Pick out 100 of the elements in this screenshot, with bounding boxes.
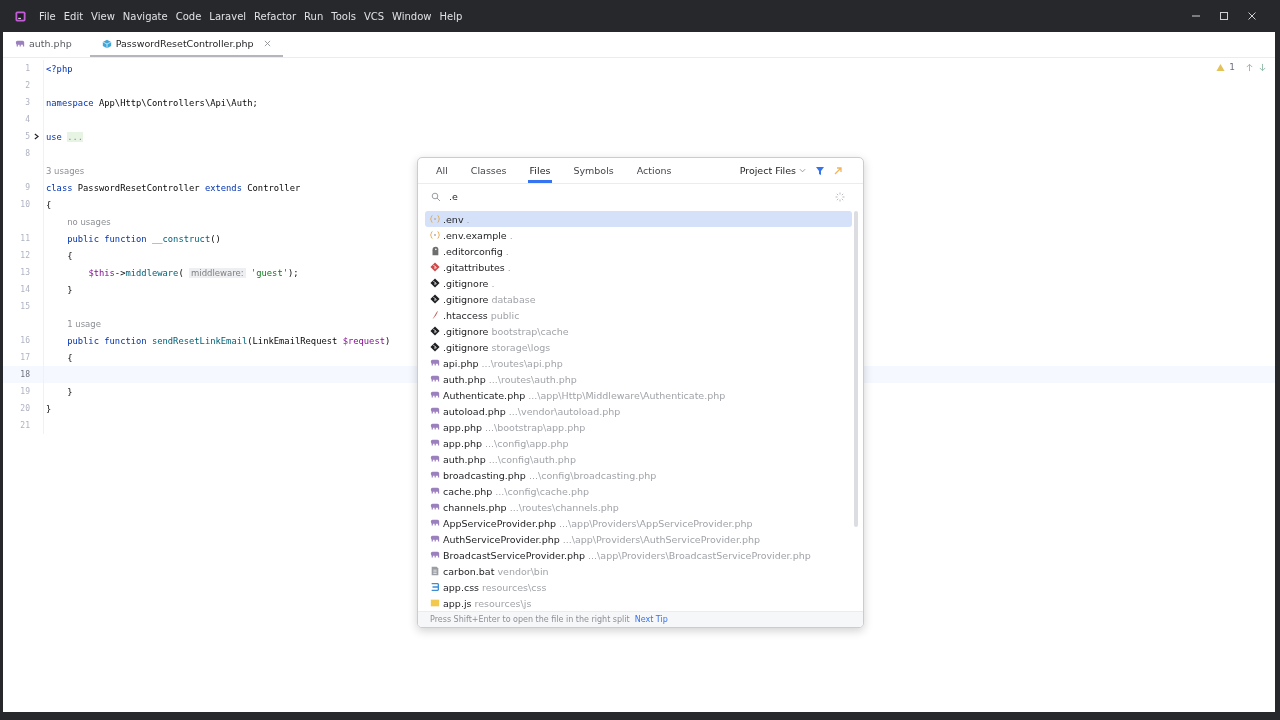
file-result[interactable]: .gitignore . [425, 275, 852, 292]
down-arrow-icon[interactable] [1258, 62, 1267, 72]
file-result[interactable]: api.php ...\routes\api.php [425, 355, 852, 372]
file-result[interactable]: channels.php ...\routes\channels.php [425, 499, 852, 516]
code-line: namespace App\Http\Controllers\Api\Auth; [46, 97, 258, 108]
code-line: use ... [46, 131, 84, 142]
maximize-icon[interactable] [1219, 11, 1229, 21]
close-icon[interactable] [1247, 11, 1257, 21]
menu-item[interactable]: Window [392, 10, 432, 22]
git-icon [430, 262, 440, 273]
elephant-icon [430, 534, 440, 545]
usage-hint[interactable]: no usages [67, 216, 111, 227]
search-tab[interactable]: Classes [468, 158, 509, 184]
file-result[interactable]: app.css resources\css [425, 579, 852, 596]
elephant-icon [430, 518, 440, 529]
usage-hint[interactable]: 3 usages [46, 165, 85, 176]
elephant-icon [430, 470, 440, 481]
line-number: 11 [19, 234, 30, 243]
menu-item[interactable]: Run [304, 10, 324, 22]
code-line: } [46, 403, 52, 414]
line-number: 1 [24, 64, 30, 73]
line-number: 8 [24, 149, 30, 158]
line-number: 15 [19, 302, 30, 311]
feather-icon [430, 310, 440, 321]
line-number: 16 [19, 336, 30, 345]
line-number: 19 [19, 387, 30, 396]
menu-item[interactable]: Edit [63, 10, 84, 22]
elephant-icon [430, 550, 440, 561]
braces-icon [430, 214, 440, 225]
line-number: 10 [19, 200, 30, 209]
file-result[interactable]: .gitignore storage\logs [425, 339, 852, 356]
code-line: } [67, 386, 73, 397]
elephant-icon [430, 406, 440, 417]
loading-spinner-icon [835, 191, 845, 202]
code-line: class PasswordResetController extends Controller [46, 182, 301, 193]
up-arrow-icon[interactable] [1245, 62, 1254, 72]
line-number: 4 [24, 115, 30, 124]
expand-caret-icon[interactable] [33, 133, 39, 140]
search-tab[interactable]: All [434, 158, 450, 184]
file-result[interactable]: BroadcastServiceProvider.php ...\app\Providers\BroadcastServiceProvider.php [425, 547, 852, 564]
file-result[interactable]: Authenticate.php ...\app\Http\Middleware\Authenticate.php [425, 387, 852, 404]
elephant-icon [430, 374, 440, 385]
elephant-icon [430, 486, 440, 497]
file-result[interactable]: .htaccess public [425, 307, 852, 324]
file-result[interactable]: .gitattributes . [425, 259, 852, 276]
file-result[interactable]: auth.php ...\config\auth.php [425, 451, 852, 468]
search-tab[interactable]: Actions [634, 158, 674, 184]
search-tab[interactable]: Symbols [571, 158, 616, 184]
git-icon [430, 294, 440, 305]
file-result[interactable]: autoload.php ...\vendor\autoload.php [425, 403, 852, 420]
file-result[interactable]: app.php ...\config\app.php [425, 435, 852, 452]
menu-item[interactable]: File [39, 10, 56, 22]
cube-icon [101, 38, 112, 49]
search-field[interactable]: .e [449, 188, 835, 205]
file-result[interactable]: cache.php ...\config\cache.php [425, 483, 852, 500]
file-result[interactable]: AppServiceProvider.php ...\app\Providers\AppServiceProvider.php [425, 515, 852, 532]
usage-hint[interactable]: 1 usage [67, 318, 101, 329]
file-result[interactable]: .env . [425, 211, 852, 228]
code-line: public function __construct() [67, 233, 221, 244]
line-number: 14 [19, 285, 30, 294]
line-number: 9 [24, 183, 30, 192]
file-result[interactable]: broadcasting.php ...\config\broadcasting.php [425, 467, 852, 484]
menu-item[interactable]: Code [175, 10, 202, 22]
search-tab[interactable]: Files [527, 158, 553, 184]
next-tip-link[interactable]: Next Tip [634, 615, 668, 625]
menu-item[interactable]: Help [439, 10, 463, 22]
line-number: 3 [24, 98, 30, 107]
menu-item[interactable]: Navigate [122, 10, 168, 22]
editor-tab[interactable]: auth.php [3, 32, 84, 57]
file-result[interactable]: .gitignore bootstrap\cache [425, 323, 852, 340]
git-icon [430, 278, 440, 289]
file-icon [430, 566, 440, 577]
menu-item[interactable]: Tools [331, 10, 356, 22]
elephant-icon [430, 358, 440, 369]
braces-icon [430, 230, 440, 241]
app-logo-icon[interactable] [15, 10, 26, 22]
file-result[interactable]: AuthServiceProvider.php ...\app\Providers\AuthServiceProvider.php [425, 531, 852, 548]
file-result[interactable]: app.js resources\js [425, 595, 852, 612]
line-number: 12 [19, 251, 30, 260]
scrollbar[interactable] [854, 211, 858, 528]
menu-item[interactable]: VCS [363, 10, 385, 22]
code-line: <?php [46, 63, 73, 74]
elephant-icon [430, 390, 440, 401]
tip-text: Press Shift+Enter to open the file in the right split [430, 615, 630, 625]
file-result[interactable]: .gitignore database [425, 291, 852, 308]
js-file-icon [430, 598, 440, 609]
code-line: { [67, 352, 73, 363]
file-result[interactable]: auth.php ...\routes\auth.php [425, 371, 852, 388]
chevron-icon [799, 168, 806, 174]
menu-item[interactable]: Refactor [254, 10, 297, 22]
code-line: $this->middleware( middleware: 'guest'); [88, 267, 299, 278]
menu-item[interactable]: Laravel [209, 10, 247, 22]
file-result[interactable]: .editorconfig . [425, 243, 852, 260]
menu-item[interactable]: View [91, 10, 115, 22]
line-number: 18 [19, 370, 30, 379]
file-result[interactable]: .env.example . [425, 227, 852, 244]
file-result[interactable]: app.php ...\bootstrap\app.php [425, 419, 852, 436]
filter-icon[interactable] [815, 165, 825, 176]
file-result[interactable]: carbon.bat vendor\bin [425, 563, 852, 580]
scope-dropdown[interactable]: Project Files [739, 158, 806, 184]
